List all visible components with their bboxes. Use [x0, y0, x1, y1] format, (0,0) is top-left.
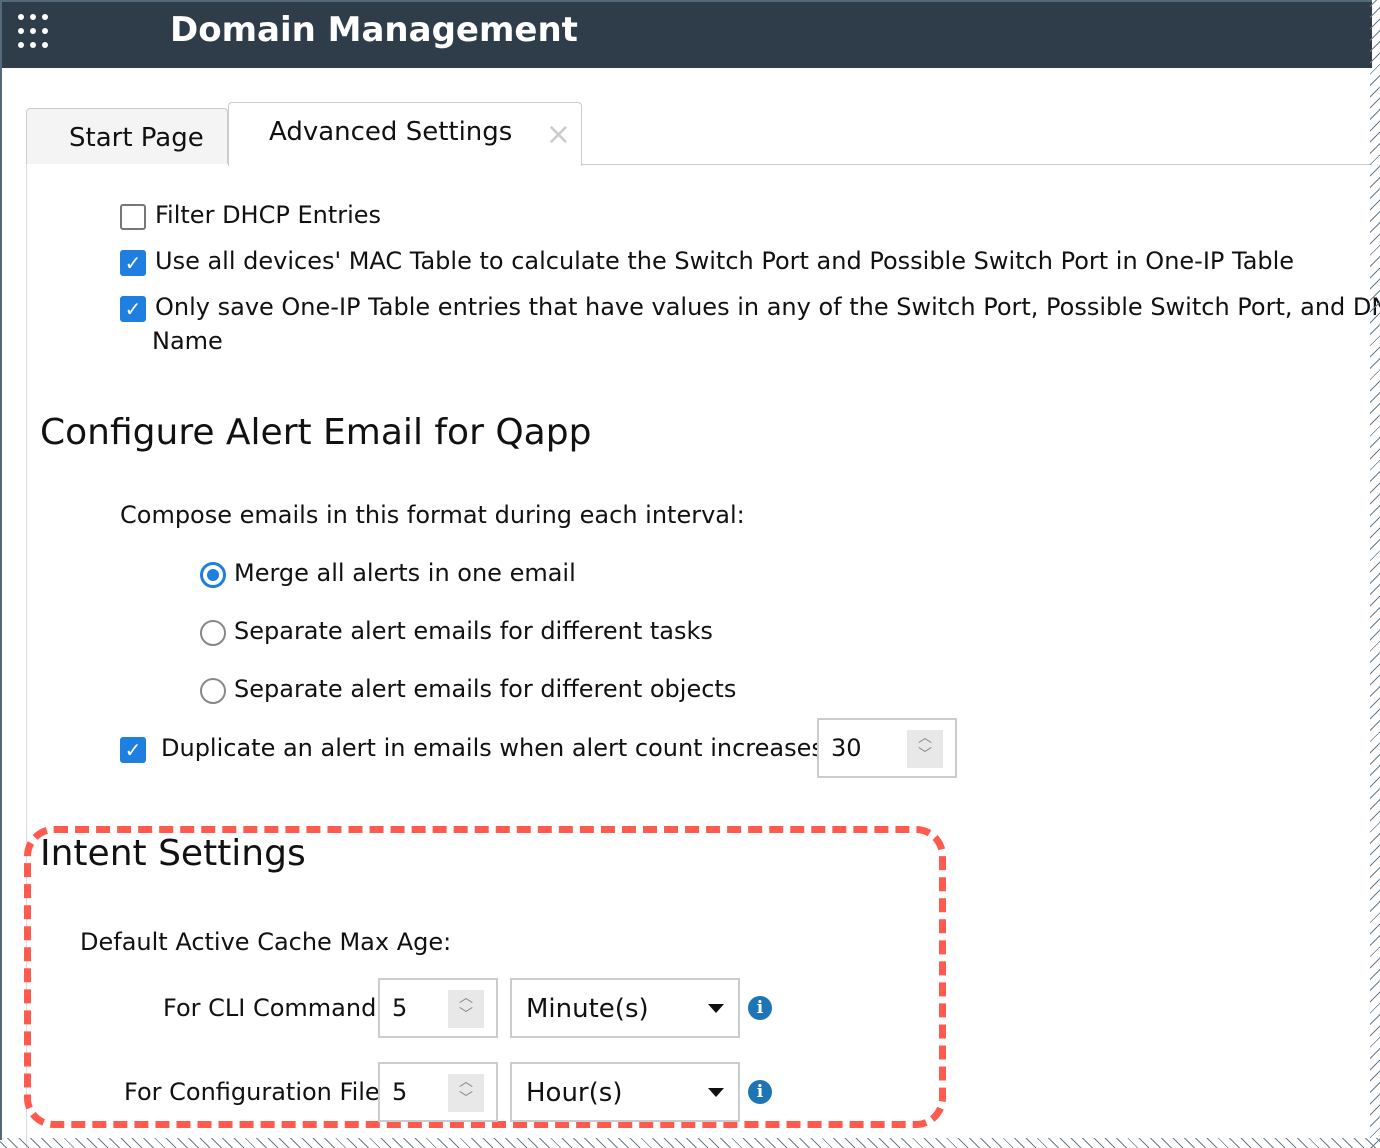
config-age-stepper[interactable]: 5 ︿ ﹀ — [378, 1062, 498, 1122]
radio-separate-tasks-label: Separate alert emails for different task… — [234, 617, 713, 645]
stepper-value: 5 — [392, 1078, 408, 1106]
alert-section-title: Configure Alert Email for Qapp — [40, 412, 592, 453]
only-save-label-cont: Name — [152, 327, 223, 355]
cli-age-stepper[interactable]: 5 ︿ ﹀ — [378, 978, 498, 1038]
intent-section-title: Intent Settings — [40, 833, 306, 874]
spin-arrows-icon[interactable]: ︿ ﹀ — [448, 1074, 484, 1112]
info-icon[interactable]: i — [748, 1080, 772, 1104]
close-icon[interactable]: × — [546, 117, 571, 152]
radio-separate-objects-label: Separate alert emails for different obje… — [234, 675, 737, 703]
app-grid-icon[interactable] — [18, 14, 54, 50]
stepper-value: 30 — [831, 734, 862, 762]
select-value: Minute(s) — [526, 994, 649, 1024]
use-mac-table-label: Use all devices' MAC Table to calculate … — [155, 247, 1295, 275]
tab-advanced-settings[interactable]: Advanced Settings × — [228, 102, 582, 166]
page-title: Domain Management — [170, 10, 578, 50]
radio-separate-tasks[interactable] — [200, 620, 226, 646]
duplicate-count-stepper[interactable]: 30 ︿ ﹀ — [817, 718, 957, 778]
caret-down-icon — [708, 1004, 724, 1013]
filter-dhcp-label: Filter DHCP Entries — [155, 201, 382, 229]
cache-age-label: Default Active Cache Max Age: — [80, 928, 452, 956]
tab-start-page[interactable]: Start Page — [26, 108, 228, 164]
spin-arrows-icon[interactable]: ︿ ﹀ — [448, 990, 484, 1028]
cli-label: For CLI Command: — [163, 994, 385, 1022]
tab-label: Advanced Settings — [269, 117, 513, 147]
only-save-label: Only save One-IP Table entries that have… — [155, 293, 1380, 321]
use-mac-table-checkbox[interactable]: ✓ — [120, 250, 146, 276]
tab-label: Start Page — [69, 123, 204, 153]
filter-dhcp-checkbox[interactable] — [120, 204, 146, 230]
radio-merge[interactable] — [200, 562, 226, 588]
spin-arrows-icon[interactable]: ︿ ﹀ — [907, 730, 943, 768]
duplicate-alert-checkbox[interactable]: ✓ — [120, 737, 146, 763]
compose-label: Compose emails in this format during eac… — [120, 501, 745, 529]
stepper-value: 5 — [392, 994, 408, 1022]
torn-edge-right — [1370, 0, 1380, 1148]
torn-edge-bottom — [0, 1138, 1380, 1148]
duplicate-alert-label: Duplicate an alert in emails when alert … — [161, 734, 861, 762]
info-icon[interactable]: i — [748, 996, 772, 1020]
radio-merge-label: Merge all alerts in one email — [234, 559, 576, 587]
tab-divider — [582, 164, 1372, 165]
caret-down-icon — [708, 1088, 724, 1097]
radio-separate-objects[interactable] — [200, 678, 226, 704]
config-label: For Configuration File: — [124, 1078, 388, 1106]
select-value: Hour(s) — [526, 1078, 623, 1108]
only-save-checkbox[interactable]: ✓ — [120, 296, 146, 322]
app-header: Domain Management — [2, 2, 1372, 68]
config-unit-select[interactable]: Hour(s) — [510, 1062, 740, 1122]
cli-unit-select[interactable]: Minute(s) — [510, 978, 740, 1038]
